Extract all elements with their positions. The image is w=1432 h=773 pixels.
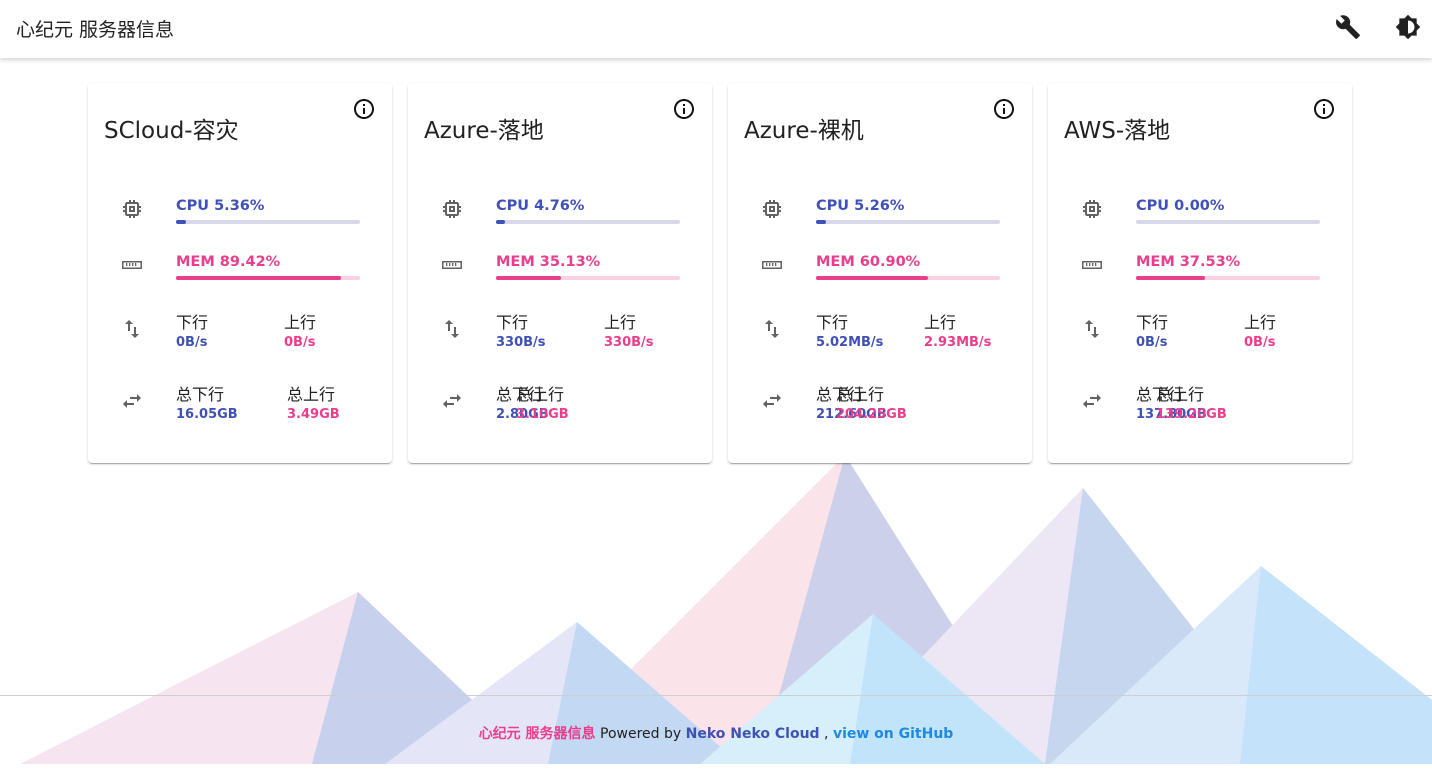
mem-label: MEM 37.53% — [1136, 254, 1241, 270]
cpu-icon — [120, 197, 144, 221]
total-up-value: 139.20GB — [1156, 407, 1227, 422]
app-bar: 心纪元 服务器信息 — [0, 0, 1432, 58]
cpu-label: CPU 5.36% — [176, 198, 265, 214]
cpu-progress-bar — [816, 220, 1000, 224]
mem-progress-fill — [816, 276, 929, 280]
mem-progress-fill — [1136, 276, 1206, 280]
wrench-icon — [1336, 15, 1360, 39]
total-up-value: 204.25GB — [836, 407, 907, 422]
mem-label: MEM 35.13% — [496, 254, 601, 270]
up-title: 上行 — [604, 313, 637, 332]
down-title: 下行 — [1136, 313, 1169, 332]
footer-author-link[interactable]: Neko Neko Cloud — [686, 726, 820, 742]
swap-vert-icon — [120, 317, 144, 341]
cpu-icon — [440, 197, 464, 221]
down-title: 下行 — [496, 313, 529, 332]
down-title: 下行 — [176, 313, 209, 332]
swap-vert-icon — [760, 317, 784, 341]
mem-progress-bar — [816, 276, 1000, 280]
cpu-icon — [760, 197, 784, 221]
memory-icon — [760, 253, 784, 277]
info-icon[interactable] — [992, 97, 1016, 121]
down-rate: 330B/s — [496, 335, 546, 350]
wrench-button[interactable] — [1333, 12, 1363, 42]
total-down-title: 总下行 — [176, 385, 225, 404]
server-name: Azure-裸机 — [744, 118, 864, 144]
down-rate: 0B/s — [176, 335, 208, 350]
up-title: 上行 — [924, 313, 957, 332]
cpu-progress-bar — [1136, 220, 1320, 224]
cpu-label: CPU 5.26% — [816, 198, 905, 214]
up-title: 上行 — [284, 313, 317, 332]
mem-progress-fill — [496, 276, 561, 280]
total-up-value: 3.49GB — [287, 407, 340, 422]
cpu-progress-fill — [816, 220, 826, 224]
cpu-label: CPU 0.00% — [1136, 198, 1225, 214]
mem-progress-bar — [1136, 276, 1320, 280]
footer-brand: 心纪元 服务器信息 — [478, 726, 596, 742]
cpu-progress-bar — [496, 220, 680, 224]
swap-horiz-icon — [440, 389, 464, 413]
mem-progress-bar — [496, 276, 680, 280]
cpu-progress-fill — [176, 220, 186, 224]
up-rate: 330B/s — [604, 335, 654, 350]
total-up-title: 总上行 — [287, 385, 336, 404]
swap-horiz-icon — [120, 389, 144, 413]
server-card: AWS-落地 CPU 0.00% MEM 37.53% 下行 0B/s 上行 0B/s 总下行… — [1048, 83, 1352, 463]
footer: 心纪元 服务器信息 Powered by Neko Neko Cloud , v… — [0, 695, 1432, 765]
cpu-icon — [1080, 197, 1104, 221]
server-card: SCloud-容灾 CPU 5.36% MEM 89.42% 下行 0B/s 上行 0B/s… — [88, 83, 392, 463]
brightness-icon — [1395, 14, 1421, 40]
server-name: SCloud-容灾 — [104, 118, 239, 144]
swap-vert-icon — [1080, 317, 1104, 341]
app-title: 心纪元 服务器信息 — [16, 19, 175, 41]
up-rate: 0B/s — [284, 335, 316, 350]
footer-separator: , — [819, 726, 833, 742]
total-up-title: 总上行 — [836, 385, 885, 404]
total-up-value: 3.10GB — [516, 407, 569, 422]
server-name: AWS-落地 — [1064, 118, 1171, 144]
server-name: Azure-落地 — [424, 118, 544, 144]
mem-progress-bar — [176, 276, 360, 280]
memory-icon — [120, 253, 144, 277]
info-icon[interactable] — [352, 97, 376, 121]
up-rate: 2.93MB/s — [924, 335, 992, 350]
memory-icon — [1080, 253, 1104, 277]
cpu-label: CPU 4.76% — [496, 198, 585, 214]
github-link[interactable]: view on GitHub — [833, 726, 953, 742]
server-card: Azure-落地 CPU 4.76% MEM 35.13% 下行 330B/s 上行 330… — [408, 83, 712, 463]
down-title: 下行 — [816, 313, 849, 332]
cpu-progress-fill — [496, 220, 505, 224]
mem-label: MEM 89.42% — [176, 254, 281, 270]
down-rate: 0B/s — [1136, 335, 1168, 350]
info-icon[interactable] — [1312, 97, 1336, 121]
total-down-value: 16.05GB — [176, 407, 238, 422]
memory-icon — [440, 253, 464, 277]
total-up-title: 总上行 — [516, 385, 565, 404]
theme-toggle-button[interactable] — [1393, 12, 1423, 42]
cpu-progress-bar — [176, 220, 360, 224]
swap-horiz-icon — [760, 389, 784, 413]
info-icon[interactable] — [672, 97, 696, 121]
mem-progress-fill — [176, 276, 341, 280]
footer-powered-text: Powered by — [595, 726, 686, 742]
down-rate: 5.02MB/s — [816, 335, 884, 350]
swap-vert-icon — [440, 317, 464, 341]
swap-horiz-icon — [1080, 389, 1104, 413]
server-card: Azure-裸机 CPU 5.26% MEM 60.90% 下行 5.02MB/s 上行 2… — [728, 83, 1032, 463]
mem-label: MEM 60.90% — [816, 254, 921, 270]
up-rate: 0B/s — [1244, 335, 1276, 350]
total-up-title: 总上行 — [1156, 385, 1205, 404]
up-title: 上行 — [1244, 313, 1277, 332]
